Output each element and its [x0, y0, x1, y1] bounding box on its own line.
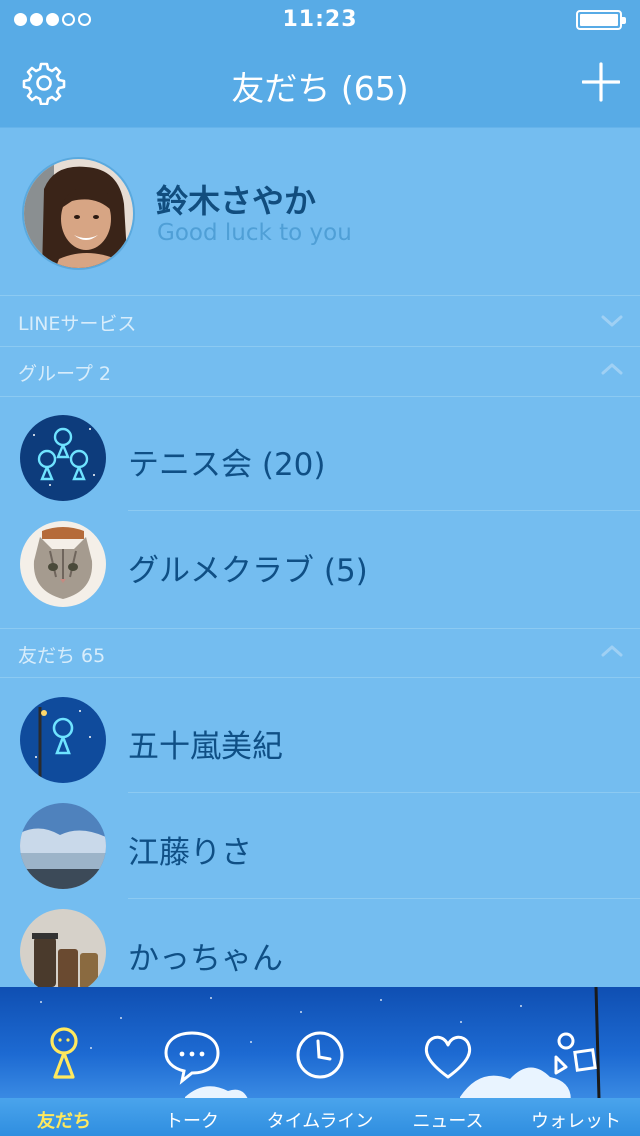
chevron-up-icon	[601, 363, 623, 375]
tab-bar: 友だち トーク タイムライン ニュース ウォレット	[0, 987, 640, 1136]
friend-avatar	[20, 697, 106, 783]
section-friends[interactable]: 友だち 65	[0, 628, 640, 678]
group-avatar	[20, 521, 106, 607]
group-row[interactable]: テニス会 (20)	[0, 405, 640, 511]
section-label: LINEサービス	[18, 313, 137, 335]
chat-bubble-icon	[164, 1031, 220, 1085]
tab-label: ニュース	[412, 1111, 484, 1132]
tab-timeline[interactable]: タイムライン	[256, 987, 384, 1136]
clock-icon	[296, 1031, 344, 1079]
wallet-shapes-icon	[554, 1032, 597, 1075]
group-name: グルメクラブ (5)	[128, 553, 368, 589]
group-name: テニス会 (20)	[128, 447, 326, 483]
friend-name: 五十嵐美紀	[128, 729, 283, 765]
chevron-up-icon	[601, 645, 623, 657]
profile-avatar	[22, 157, 135, 270]
profile-status-message: Good luck to you	[157, 220, 352, 246]
friend-row[interactable]: 五十嵐美紀	[0, 687, 640, 793]
friends-icon	[50, 1027, 78, 1079]
chevron-down-icon	[601, 315, 623, 327]
friend-avatar	[20, 909, 106, 995]
tab-talk[interactable]: トーク	[128, 987, 256, 1136]
friend-avatar	[20, 803, 106, 889]
section-line-services[interactable]: LINEサービス	[0, 297, 640, 347]
tab-label: ウォレット	[531, 1111, 621, 1132]
tab-wallet[interactable]: ウォレット	[512, 987, 640, 1136]
section-groups[interactable]: グループ 2	[0, 347, 640, 397]
group-row[interactable]: グルメクラブ (5)	[0, 511, 640, 617]
page-title: 友だち (65)	[231, 69, 409, 108]
profile-name: 鈴木さやか	[156, 182, 317, 220]
friend-row[interactable]: 江藤りさ	[0, 793, 640, 899]
tab-label: トーク	[165, 1111, 219, 1132]
tab-label: 友だち	[37, 1111, 91, 1132]
tab-friends[interactable]: 友だち	[0, 987, 128, 1136]
tab-news[interactable]: ニュース	[384, 987, 512, 1136]
tab-label: タイムライン	[266, 1111, 374, 1132]
friend-name: かっちゃん	[128, 941, 283, 977]
clock: 11:23	[282, 7, 358, 32]
header-bar: 友だち (65)	[0, 40, 640, 128]
battery-icon	[576, 10, 626, 30]
plus-icon[interactable]	[582, 62, 620, 102]
friend-name: 江藤りさ	[128, 835, 252, 871]
section-label: グループ 2	[18, 363, 111, 385]
my-profile[interactable]: 鈴木さやか Good luck to you	[0, 128, 640, 296]
status-bar: 11:23	[0, 0, 640, 40]
section-label: 友だち 65	[18, 645, 106, 667]
group-avatar	[20, 415, 106, 501]
heart-icon	[424, 1035, 472, 1079]
